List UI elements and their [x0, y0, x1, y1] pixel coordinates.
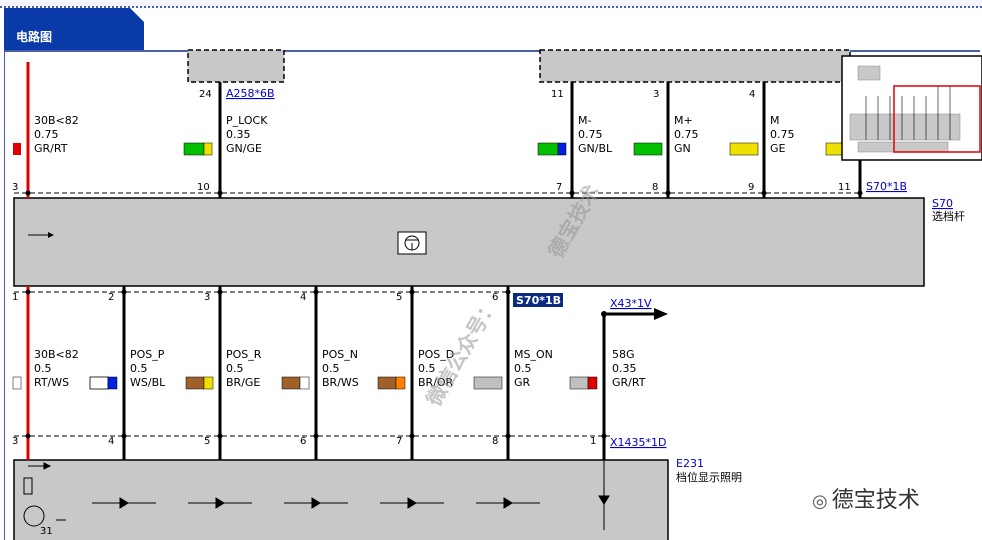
wire-label-color: GR/RT [34, 142, 68, 155]
wire-label-gauge: 0.75 [34, 128, 59, 141]
connector-top-right-box [539, 49, 851, 83]
pin-label: 3 [12, 182, 18, 193]
swatch-gn-bl [537, 142, 559, 156]
swatch-gn [633, 142, 663, 156]
pin-label: 7 [396, 436, 402, 447]
swatch-br-ge [185, 376, 205, 390]
pin-label: 3 [204, 292, 210, 303]
wire-label-color: GR [514, 376, 531, 389]
pin-24: 24 [199, 89, 212, 100]
pin-label: 10 [197, 182, 210, 193]
pin-label: 4 [300, 292, 306, 303]
wire-label-signal: POS_P [130, 348, 165, 361]
swatch-gr-rt [13, 143, 21, 155]
ref-s70[interactable]: S70 [932, 197, 953, 210]
x43-arrow-icon [654, 308, 668, 320]
pin-label: 8 [492, 436, 498, 447]
wire-label-color: GN/GE [226, 142, 262, 155]
pin-label: 1 [590, 436, 596, 447]
ref-e231: E231 [676, 457, 704, 470]
pin-label: 11 [838, 182, 851, 193]
wire-label-signal: POS_R [226, 348, 262, 361]
pin-label: 5 [396, 292, 402, 303]
pin-label: 1 [12, 292, 18, 303]
brand-logo: ◎ 德宝技术 [812, 482, 920, 514]
wire-label-color: WS/BL [130, 376, 166, 389]
wechat-icon: ◎ [812, 491, 828, 512]
ref-x1435-1d[interactable]: X1435*1D [610, 436, 667, 449]
wire-label-signal: P_LOCK [226, 114, 268, 127]
pin-11-top: 11 [551, 89, 564, 100]
pin-4-top: 4 [749, 89, 755, 100]
pin-3-top: 3 [653, 89, 659, 100]
wire-label-gauge: 0.75 [578, 128, 603, 141]
swatch-gn-ge [183, 142, 205, 156]
ref-a258-6b[interactable]: A258*6B [226, 87, 275, 100]
wire-label-signal: 30B<82 [34, 114, 79, 127]
wire-label-color: GE [770, 142, 786, 155]
swatch-gr [473, 376, 503, 390]
swatch-br-or [377, 376, 397, 390]
pin-label: 8 [652, 182, 658, 193]
wire-label-color: RT/WS [34, 376, 69, 389]
swatch-rt-ws [12, 376, 22, 390]
wire-label-color: BR/GE [226, 376, 260, 389]
wire-label-color: GR/RT [612, 376, 646, 389]
wire-label-signal: MS_ON [514, 348, 553, 361]
connector-a258-box [187, 49, 285, 83]
ref-s70-1b-middle[interactable]: S70*1B [516, 294, 561, 307]
module-e231-name: 档位显示照明 [676, 470, 742, 484]
wire-label-gauge: 0.5 [322, 362, 340, 375]
wire-label-gauge: 0.75 [674, 128, 699, 141]
pin-label: 9 [748, 182, 754, 193]
wire-label-signal: M- [578, 114, 591, 127]
wire-label-color: GN/BL [578, 142, 613, 155]
wire-label-color: BR/WS [322, 376, 359, 389]
wire-label-signal: 30B<82 [34, 348, 79, 361]
swatch-ws-bl [89, 376, 109, 390]
wire-label-signal: 58G [612, 348, 635, 361]
wire-label-gauge: 0.35 [226, 128, 251, 141]
wire-label-gauge: 0.5 [34, 362, 52, 375]
ref-x43-1v[interactable]: X43*1V [610, 297, 652, 310]
wire-label-signal: M+ [674, 114, 693, 127]
pin-label: 3 [12, 436, 18, 447]
wire-label-gauge: 0.5 [514, 362, 532, 375]
wire-label-color: GN [674, 142, 691, 155]
pin-label: 6 [300, 436, 306, 447]
swatch-br-ws [281, 376, 301, 390]
minimap[interactable] [841, 55, 982, 161]
wire-label-gauge: 0.35 [612, 362, 637, 375]
swatch-gr-rt-lower [569, 376, 589, 390]
wire-label-gauge: 0.75 [770, 128, 795, 141]
wire-label-signal: POS_N [322, 348, 358, 361]
wire-label-gauge: 0.5 [226, 362, 244, 375]
ground-pin: 31 [40, 526, 53, 537]
circuit-diagram: 24 A258*6B 11 3 4 30B<82 0.75 GR/RT P_LO… [12, 49, 982, 540]
module-s70-box [13, 197, 925, 287]
wire-label-gauge: 0.5 [130, 362, 148, 375]
wire-label-signal: M [770, 114, 780, 127]
module-s70-name: 选档杆 [932, 209, 965, 223]
pin-label: 5 [204, 436, 210, 447]
brand-name: 德宝技术 [831, 488, 920, 513]
swatch-ge [729, 142, 759, 156]
ref-s70-1b-upper[interactable]: S70*1B [866, 180, 907, 193]
module-e231-box [13, 459, 669, 540]
pin-label: 4 [108, 436, 114, 447]
pin-label: 2 [108, 292, 114, 303]
pin-label: 7 [556, 182, 562, 193]
